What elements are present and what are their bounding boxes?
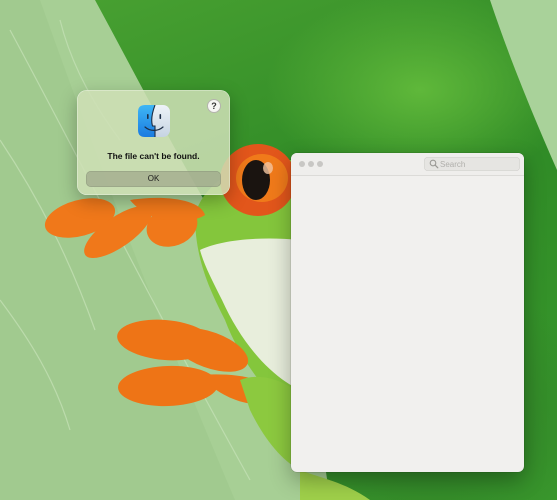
window-titlebar[interactable] (291, 153, 524, 176)
search-icon (429, 159, 439, 169)
finder-window (291, 153, 524, 472)
close-button[interactable] (299, 161, 305, 167)
ok-button[interactable]: OK (86, 171, 221, 187)
minimize-button[interactable] (308, 161, 314, 167)
leaf-right (490, 0, 557, 170)
zoom-button[interactable] (317, 161, 323, 167)
alert-message: The file can't be found. (107, 151, 200, 161)
search-input[interactable] (440, 157, 516, 171)
help-button[interactable]: ? (207, 99, 221, 113)
search-field[interactable] (424, 157, 520, 171)
alert-dialog: ? The file can't be found. OK (77, 90, 230, 195)
window-content[interactable] (291, 176, 524, 472)
finder-icon (138, 105, 170, 137)
